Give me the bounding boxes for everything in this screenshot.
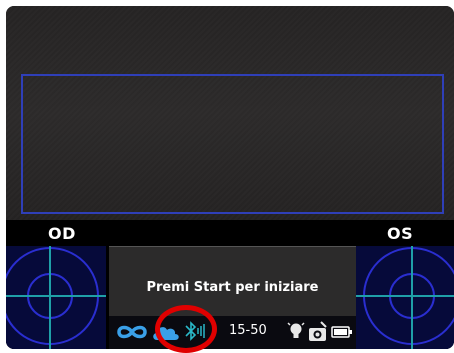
eye-label-od: OD	[48, 224, 76, 243]
device-screen: OD OS Premi Start per iniziare 15-50	[6, 6, 454, 349]
start-instruction-text: Premi Start per iniziare	[146, 280, 319, 295]
lightbulb-icon	[287, 322, 305, 338]
camera-icon	[309, 321, 327, 341]
infinity-icon	[117, 325, 147, 339]
message-panel: Premi Start per iniziare	[109, 246, 356, 316]
od-target-panel	[6, 246, 106, 349]
control-area: OD OS Premi Start per iniziare 15-50	[6, 220, 454, 349]
alignment-guide-box	[21, 74, 444, 214]
os-target-panel	[356, 246, 454, 349]
cloud-icon[interactable]	[151, 322, 181, 342]
battery-icon	[331, 326, 352, 338]
camera-preview	[6, 6, 454, 220]
status-time: 15-50	[229, 323, 267, 338]
bluetooth-icon[interactable]	[183, 320, 209, 344]
crosshair-icon	[6, 246, 106, 349]
crosshair-icon	[356, 246, 454, 349]
eye-label-os: OS	[387, 224, 414, 243]
status-bar: 15-50	[109, 316, 356, 349]
